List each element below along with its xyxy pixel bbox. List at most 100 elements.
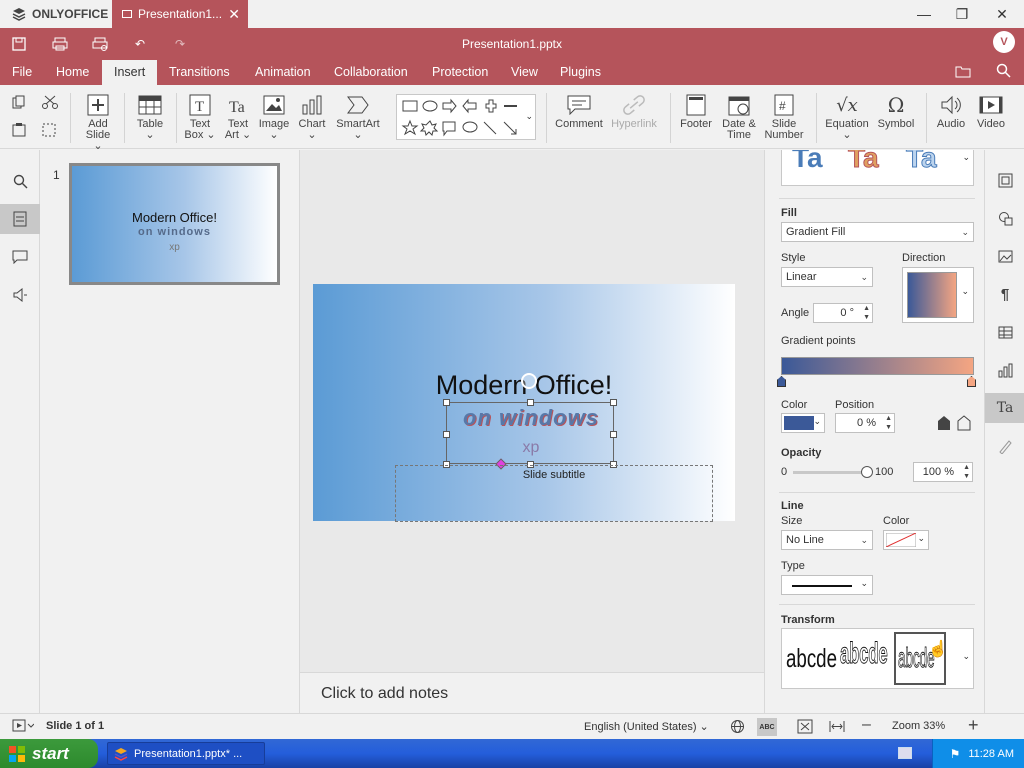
text-box-button[interactable]: T Text Box ⌄ (184, 93, 216, 141)
chevron-down-icon[interactable]: ⌄ (962, 152, 970, 163)
menu-transitions[interactable]: Transitions (157, 60, 242, 85)
menu-home[interactable]: Home (44, 60, 101, 85)
footer-button[interactable]: Footer (678, 93, 714, 130)
shapes-more-icon[interactable]: ⌄ (525, 111, 533, 122)
feedback-icon[interactable] (0, 280, 40, 310)
undo-icon[interactable]: ↶ (130, 34, 150, 54)
opacity-slider-thumb[interactable] (861, 466, 873, 478)
symbol-button[interactable]: Ω Symbol (876, 93, 916, 130)
menu-insert[interactable]: Insert (102, 60, 158, 85)
image-button[interactable]: Image ⌄ (258, 93, 290, 141)
print-icon[interactable] (50, 34, 70, 54)
smartart-button[interactable]: SmartArt ⌄ (334, 93, 382, 141)
position-spinner[interactable]: 0 % ▲ ▼ (835, 413, 895, 433)
quick-print-icon[interactable] (90, 34, 110, 54)
notes-placeholder[interactable]: Click to add notes (321, 685, 448, 703)
menu-protection[interactable]: Protection (420, 60, 500, 85)
restore-button[interactable]: ❐ (942, 0, 982, 28)
fill-type-select[interactable]: Gradient Fill ⌄ (781, 222, 974, 242)
textart-sample[interactable]: Ta (792, 150, 823, 174)
text-art-button[interactable]: Ta Text Art ⌄ (222, 93, 254, 141)
resize-handle[interactable] (443, 431, 450, 438)
paragraph-settings-icon[interactable]: ¶ (985, 279, 1024, 309)
taskbar-item-presentation[interactable]: Presentation1.pptx* ... (107, 742, 265, 765)
resize-handle[interactable] (610, 399, 617, 406)
date-time-button[interactable]: Date & Time (718, 93, 760, 141)
comment-button[interactable]: Comment (555, 93, 603, 130)
textart-sample[interactable]: Ta (848, 150, 880, 174)
gradient-bar[interactable] (781, 357, 974, 375)
chevron-down-icon[interactable]: ⌄ (962, 651, 970, 662)
subtitle-placeholder[interactable]: Slide subtitle (395, 465, 713, 522)
menu-view[interactable]: View (499, 60, 550, 85)
add-gradient-point-icon[interactable] (937, 415, 951, 434)
menu-plugins[interactable]: Plugins (548, 60, 613, 85)
slide-settings-icon[interactable] (985, 165, 1024, 195)
wordart-selection-box[interactable]: on windows xp (446, 402, 614, 464)
redo-icon[interactable]: ↷ (170, 34, 190, 54)
zoom-in-icon[interactable]: + (968, 715, 979, 736)
gradient-direction-picker[interactable]: ⌄ (902, 267, 974, 323)
globe-icon[interactable] (730, 719, 745, 737)
resize-handle[interactable] (610, 431, 617, 438)
gradient-style-select[interactable]: Linear ⌄ (781, 267, 873, 287)
comments-icon[interactable] (0, 242, 40, 272)
keyboard-icon[interactable] (898, 747, 912, 759)
chart-button[interactable]: Chart ⌄ (296, 93, 328, 141)
line-size-select[interactable]: No Line ⌄ (781, 530, 873, 550)
spinner-arrows-icon[interactable]: ▲ ▼ (885, 414, 892, 432)
open-location-icon[interactable] (955, 64, 971, 81)
minimize-button[interactable]: — (904, 0, 944, 28)
line-color-picker[interactable]: ⌄ (883, 530, 929, 550)
language-select[interactable]: English (United States) ⌄ (584, 720, 709, 733)
slide-number-button[interactable]: # Slide Number (762, 93, 806, 141)
fit-width-icon[interactable] (829, 719, 845, 737)
menu-file[interactable]: File (0, 60, 44, 85)
opacity-spinner[interactable]: 100 % ▲ ▼ (913, 462, 973, 482)
close-window-button[interactable]: ✕ (982, 0, 1022, 28)
menu-collaboration[interactable]: Collaboration (322, 60, 420, 85)
fit-slide-icon[interactable] (797, 719, 813, 737)
signature-settings-icon[interactable] (985, 431, 1024, 461)
start-button[interactable]: start (0, 739, 98, 768)
gradient-stop-end[interactable] (967, 376, 976, 387)
add-slide-button[interactable]: Add Slide ⌄ (80, 93, 116, 152)
search-icon[interactable] (996, 63, 1011, 81)
remove-gradient-point-icon[interactable] (957, 415, 971, 434)
user-avatar[interactable]: V (993, 31, 1015, 53)
table-button[interactable]: Table ⌄ (134, 93, 166, 141)
wordart-text[interactable]: on windows (447, 405, 615, 431)
table-settings-icon[interactable] (985, 317, 1024, 347)
gradient-color-picker[interactable]: ⌄ (781, 413, 825, 433)
spinner-arrows-icon[interactable]: ▲ ▼ (863, 304, 870, 322)
notes-area[interactable]: Click to add notes (300, 672, 764, 713)
paste-icon[interactable] (12, 123, 28, 139)
line-type-select[interactable]: ⌄ (781, 575, 873, 595)
transform-sample[interactable]: abcde (786, 643, 837, 674)
textart-gallery[interactable]: Ta Ta Ta ⌄ (781, 150, 974, 186)
spinner-arrows-icon[interactable]: ▲ ▼ (963, 463, 970, 481)
rotate-handle-icon[interactable] (521, 373, 537, 389)
opacity-slider-track[interactable] (793, 466, 873, 478)
textart-settings-icon[interactable]: Ta (985, 393, 1024, 423)
save-icon[interactable] (9, 34, 29, 54)
spellcheck-icon[interactable]: ABC (757, 718, 777, 736)
gradient-stop-start[interactable] (777, 376, 786, 387)
copy-icon[interactable] (12, 95, 28, 111)
slideshow-icon[interactable] (12, 719, 35, 736)
subtitle-text[interactable]: Slide subtitle (396, 469, 712, 481)
network-icon[interactable]: ⚑ (950, 747, 961, 761)
cut-icon[interactable] (42, 95, 58, 111)
slides-panel-icon[interactable] (0, 204, 40, 234)
chart-settings-icon[interactable] (985, 355, 1024, 385)
transform-gallery[interactable]: abcde abcde abcde ☝ ⌄ (781, 628, 974, 689)
menu-animation[interactable]: Animation (243, 60, 323, 85)
close-tab-icon[interactable]: ✕ (228, 6, 240, 23)
slide[interactable]: Modern Office! on windows xp Slide subti… (313, 284, 735, 522)
angle-spinner[interactable]: 0 ° ▲ ▼ (813, 303, 873, 323)
search-icon[interactable] (0, 166, 40, 196)
image-settings-icon[interactable] (985, 241, 1024, 271)
document-tab[interactable]: Presentation1... ✕ (112, 0, 248, 28)
transform-sample[interactable]: abcde (840, 637, 888, 671)
shape-settings-icon[interactable] (985, 203, 1024, 233)
